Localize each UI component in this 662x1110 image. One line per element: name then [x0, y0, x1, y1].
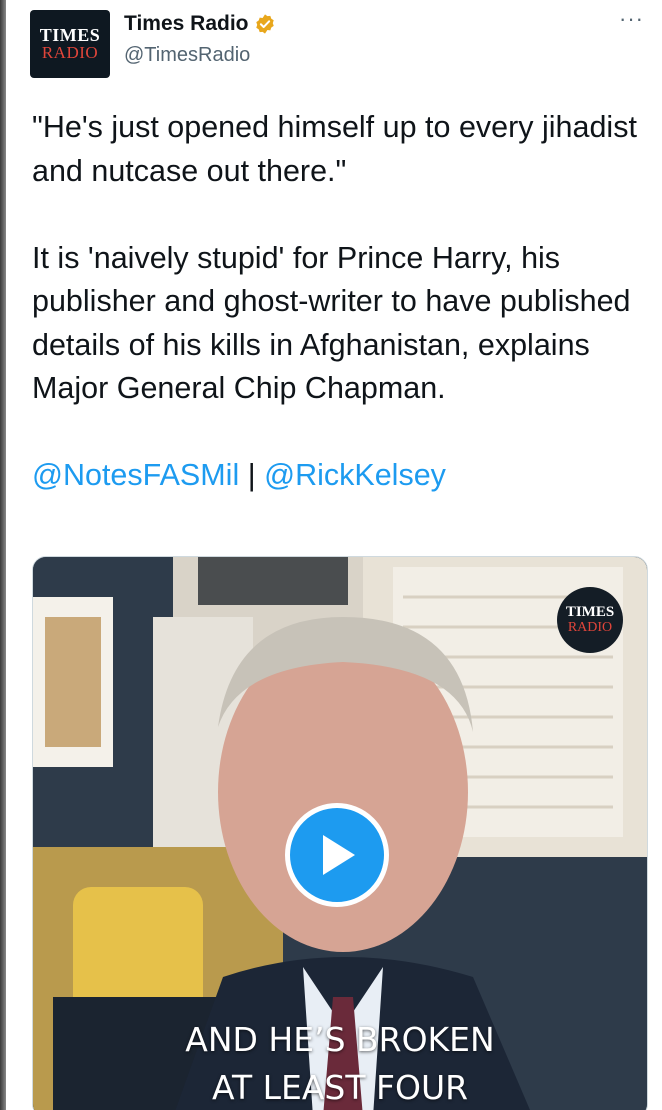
times-radio-logo: TIMES RADIO — [557, 587, 623, 653]
author-handle[interactable]: @TimesRadio — [124, 44, 250, 67]
display-name[interactable]: Times Radio — [124, 12, 248, 36]
tweet-body-paragraph: It is 'naively stupid' for Prince Harry,… — [32, 240, 631, 406]
play-button[interactable] — [285, 803, 389, 907]
tweet-quote-paragraph: "He's just opened himself up to every ji… — [32, 110, 637, 188]
logo-text-radio: RADIO — [567, 620, 613, 635]
mention-separator: | — [239, 458, 265, 492]
avatar-text-radio: RADIO — [41, 43, 99, 62]
author-name-row: Times Radio — [124, 12, 276, 36]
video-player[interactable]: TIMES RADIO AND HE’S BROKEN AT LEAST FOU… — [32, 556, 648, 1110]
logo-text-times: TIMES — [565, 604, 615, 620]
tweet-mentions: @NotesFASMil | @RickKelsey — [32, 454, 642, 498]
verified-badge-icon — [256, 14, 275, 34]
tweet-card: TIMES RADIO Times Radio @TimesRadio ··· … — [6, 0, 662, 1110]
video-caption-line2: AT LEAST FOUR — [211, 1068, 469, 1107]
play-icon — [323, 835, 355, 875]
avatar-text-times: TIMES — [39, 25, 101, 45]
tweet-text: "He's just opened himself up to every ji… — [32, 106, 642, 498]
video-caption-line1: AND HE’S BROKEN — [185, 1020, 495, 1059]
more-options-icon[interactable]: ··· — [619, 6, 644, 32]
mention-link-notesfasmil[interactable]: @NotesFASMil — [32, 458, 239, 492]
avatar[interactable]: TIMES RADIO — [30, 10, 110, 78]
mention-link-rickkelsey[interactable]: @RickKelsey — [264, 458, 446, 492]
